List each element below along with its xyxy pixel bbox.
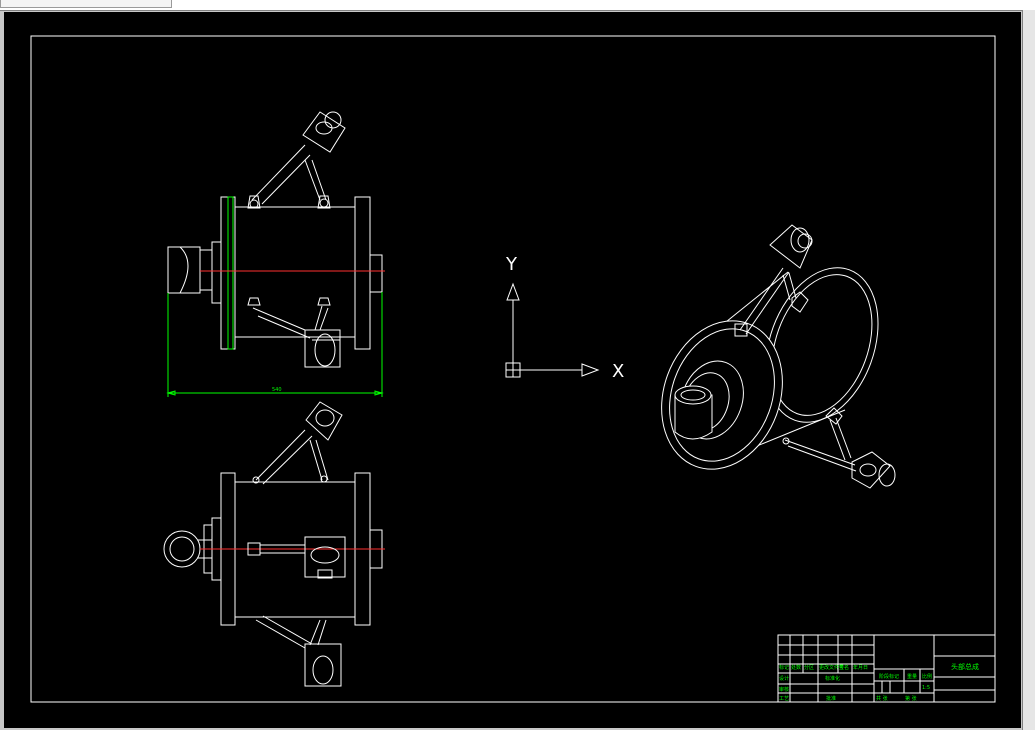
- tb-count: 处数: [791, 664, 801, 671]
- top-view: [163, 401, 385, 687]
- tb-zone: 分区: [804, 664, 814, 671]
- tb-review: 审核: [779, 686, 789, 693]
- document-tab[interactable]: [0, 0, 172, 8]
- tb-drawing-name: 头部总成: [951, 662, 979, 671]
- tb-scale-value: 1:5: [922, 685, 930, 691]
- tb-sign: 签名: [839, 664, 849, 671]
- ucs-y-label: Y: [505, 254, 518, 275]
- dimension-text: 540: [272, 387, 282, 393]
- tb-approve: 批准: [826, 695, 836, 702]
- ucs-icon: Y X: [505, 254, 624, 382]
- tb-sheet-total: 共 张: [876, 695, 888, 702]
- window-right-edge: [1022, 10, 1035, 730]
- tb-standard: 标准化: [825, 675, 840, 682]
- cad-window: 540 Y X 标记 处数 分区 更改文件号 签名 年月日 设计 标准化 审核 …: [0, 0, 1035, 730]
- tb-scale: 比例: [922, 673, 932, 680]
- drawing-canvas[interactable]: 540 Y X 标记 处数 分区 更改文件号 签名 年月日 设计 标准化 审核 …: [4, 12, 1021, 728]
- drawing-svg: 540 Y X 标记 处数 分区 更改文件号 签名 年月日 设计 标准化 审核 …: [30, 35, 996, 703]
- isometric-view: [661, 224, 896, 489]
- window-top-strip: [0, 0, 1035, 11]
- tb-designer: 设计: [779, 675, 789, 682]
- tb-weight: 重量: [907, 673, 917, 680]
- front-view: 540: [166, 111, 385, 397]
- title-block: 标记 处数 分区 更改文件号 签名 年月日 设计 标准化 审核 工艺 批准 阶段…: [777, 634, 996, 703]
- tb-stage: 阶段标记: [879, 673, 899, 680]
- tb-mark: 标记: [779, 664, 789, 671]
- tb-sheet-no: 第 张: [905, 695, 917, 702]
- tb-process: 工艺: [779, 696, 789, 702]
- tb-date: 年月日: [853, 664, 868, 671]
- ucs-x-label: X: [612, 361, 624, 382]
